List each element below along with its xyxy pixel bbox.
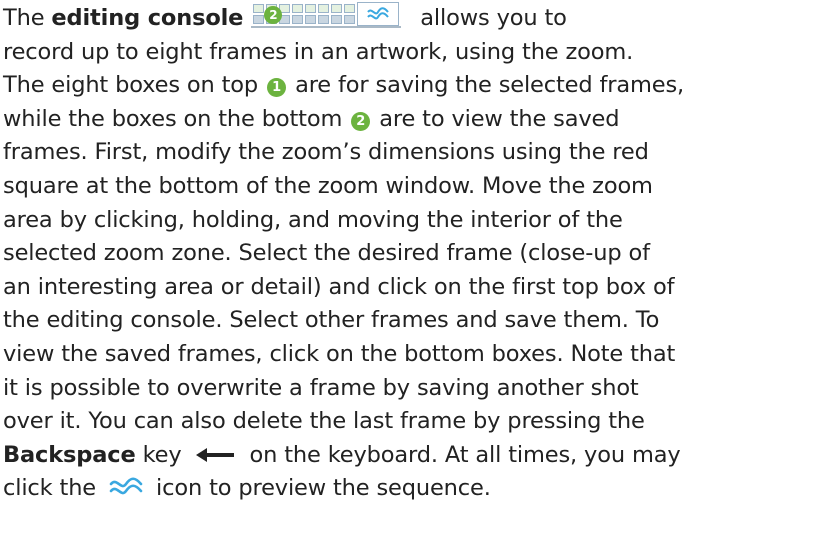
wave-icon: [109, 477, 143, 495]
text-line: the editing console. Select other frames…: [3, 307, 660, 334]
console-cell: [344, 15, 356, 24]
console-cell: [331, 4, 343, 13]
text-line: record up to eight frames in an artwork,…: [3, 38, 634, 65]
console-cell: [253, 4, 265, 13]
badge-1: 1: [267, 78, 287, 98]
text-line: click the icon to preview the sequence.: [3, 472, 815, 506]
text-line: it is possible to overwrite a frame by s…: [3, 374, 639, 401]
text-line: over it. You can also delete the last fr…: [3, 408, 645, 435]
text-span: click the: [3, 475, 104, 502]
text-line: frames. First, modify the zoom’s dimensi…: [3, 139, 649, 166]
text-span: icon to preview the sequence.: [149, 475, 491, 502]
console-cell: [331, 15, 343, 24]
console-cell: [344, 4, 356, 13]
console-cell: [305, 4, 317, 13]
console-cell: [318, 4, 330, 13]
console-cell: [292, 15, 304, 24]
backspace-term: Backspace: [3, 441, 136, 468]
console-frame-base: [251, 26, 402, 28]
text-line: square at the bottom of the zoom window.…: [3, 172, 653, 199]
text-line: view the saved frames, click on the bott…: [3, 340, 676, 367]
badge-2: 2: [351, 111, 371, 131]
console-preview-box: [357, 2, 400, 26]
text-span: are to view the saved: [372, 105, 620, 132]
text-span: are for saving the selected frames,: [288, 72, 685, 99]
text-line: while the boxes on the bottom 2 are to v…: [3, 103, 815, 137]
text-span: The eight boxes on top: [3, 72, 266, 99]
text-line: The eight boxes on top 1 are for saving …: [3, 69, 815, 103]
editing-console-term: editing console: [51, 5, 244, 31]
console-cell: [318, 15, 330, 24]
text-span: The: [3, 5, 52, 31]
text-line: area by clicking, holding, and moving th…: [3, 206, 623, 233]
wave-icon: [367, 7, 390, 20]
editing-console-image: 2: [251, 2, 402, 28]
text-line: Backspace key on the keyboard. At all ti…: [3, 439, 815, 473]
instruction-paragraph: The editing console 2 allows you to recor…: [0, 0, 815, 559]
console-cell: [253, 15, 265, 24]
text-span: on the keyboard. At all times, you may: [242, 441, 681, 468]
console-cell: [305, 15, 317, 24]
text-span: while the boxes on the bottom: [3, 105, 350, 132]
text-span: allows you to: [413, 5, 567, 31]
text-line: The editing console 2 allows you to: [3, 2, 815, 36]
console-cell: [292, 4, 304, 13]
left-arrow-icon: [195, 447, 234, 462]
text-line: an interesting area or detail) and click…: [3, 273, 675, 300]
text-span: key: [135, 441, 189, 468]
text-line: selected zoom zone. Select the desired f…: [3, 240, 650, 267]
